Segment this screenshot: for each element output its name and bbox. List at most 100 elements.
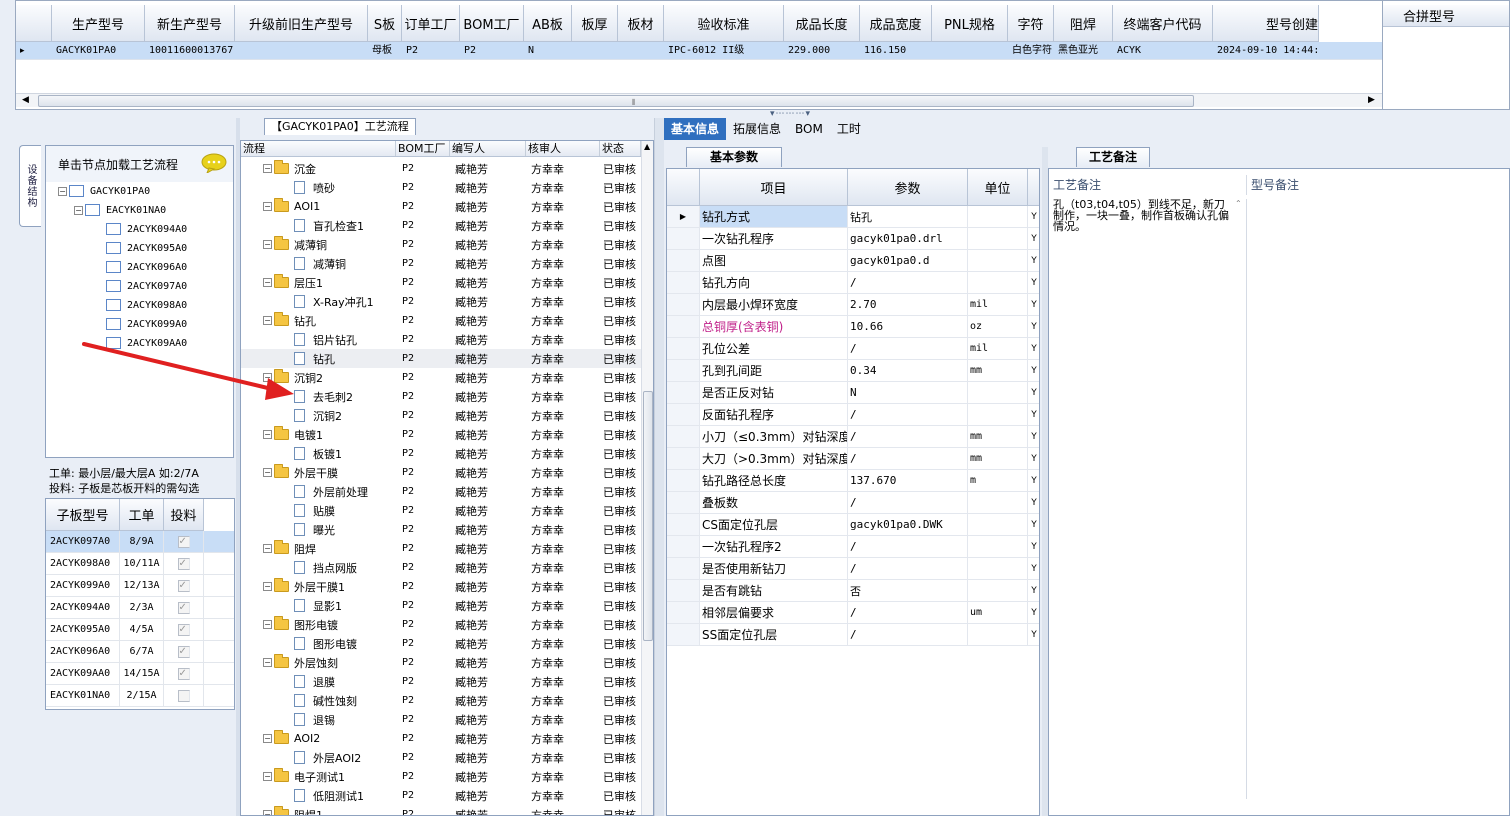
column-header[interactable]: 项目	[700, 169, 848, 206]
sub-board-row[interactable]: 2ACYK099A0 12/13A ✓	[46, 575, 234, 597]
feed-checkbox[interactable]: ✓	[177, 535, 190, 548]
cell[interactable]: P2	[402, 42, 460, 59]
sub-board-row[interactable]: 2ACYK095A0 4/5A ✓	[46, 619, 234, 641]
parameter-value[interactable]: 0.34	[848, 360, 968, 381]
parameter-row[interactable]: 相邻层偏要求 / um Y	[667, 602, 1039, 624]
column-header[interactable]: 编写人	[450, 141, 526, 156]
column-header[interactable]: S板	[368, 5, 402, 42]
scroll-up-arrow-icon[interactable]: ⌃	[1235, 199, 1242, 208]
flow-step-row[interactable]: − AOI2 P2 臧艳芳 方幸幸 已审核	[241, 729, 641, 748]
column-header[interactable]: 板材	[618, 5, 664, 42]
parameter-value[interactable]: 否	[848, 580, 968, 601]
parameter-row[interactable]: 反面钻孔程序 / Y	[667, 404, 1039, 426]
cell[interactable]: 10011600013767	[145, 42, 235, 59]
flow-step-row[interactable]: − 图形电镀 P2 臧艳芳 方幸幸 已审核	[241, 615, 641, 634]
feed-checkbox[interactable]: ✓	[177, 645, 190, 658]
cell[interactable]	[235, 42, 368, 59]
parameter-value[interactable]: /	[848, 602, 968, 623]
collapse-icon[interactable]: −	[263, 658, 272, 667]
parameter-value[interactable]: /	[848, 558, 968, 579]
tab-basic-params[interactable]: 基本参数	[686, 147, 782, 167]
feed-checkbox[interactable]: ✓	[177, 579, 190, 592]
column-header[interactable]: 板厚	[572, 5, 618, 42]
tree-node[interactable]: 2ACYK098A0	[106, 299, 187, 311]
collapse-icon[interactable]: −	[263, 468, 272, 477]
cell[interactable]: P2	[460, 42, 524, 59]
flow-step-row[interactable]: 退锡 P2 臧艳芳 方幸幸 已审核	[241, 710, 641, 729]
flow-step-row[interactable]: 低阻测试1 P2 臧艳芳 方幸幸 已审核	[241, 786, 641, 805]
production-model-grid[interactable]: 生产型号 新生产型号 升级前旧生产型号 S板 订单工厂 BOM工厂 AB板 板厚 板材 验收标准成…	[15, 0, 1510, 110]
tree-node[interactable]: − EACYK01NA0	[74, 204, 166, 216]
collapse-icon[interactable]: −	[263, 772, 272, 781]
tab-process-remark[interactable]: 工艺备注	[1076, 147, 1150, 167]
tree-node[interactable]: 2ACYK099A0	[106, 318, 187, 330]
feed-checkbox[interactable]	[177, 689, 190, 702]
collapse-icon[interactable]: −	[263, 316, 272, 325]
flow-step-row[interactable]: − 沉铜2 P2 臧艳芳 方幸幸 已审核	[241, 368, 641, 387]
flow-step-row[interactable]: 外层前处理 P2 臧艳芳 方幸幸 已审核	[241, 482, 641, 501]
parameter-value[interactable]: /	[848, 624, 968, 645]
tree-node[interactable]: 2ACYK09AA0	[106, 337, 187, 349]
column-header[interactable]: 子板型号	[46, 499, 120, 531]
parameter-value[interactable]: gacyk01pa0.DWK	[848, 514, 968, 535]
parameter-value[interactable]: 钻孔	[848, 206, 968, 227]
sub-board-row[interactable]: 2ACYK096A0 6/7A ✓	[46, 641, 234, 663]
detail-tab[interactable]: 拓展信息	[726, 118, 788, 140]
feed-checkbox[interactable]: ✓	[177, 557, 190, 570]
flow-step-row[interactable]: − 钻孔 P2 臧艳芳 方幸幸 已审核	[241, 311, 641, 330]
cell[interactable]: 116.150	[860, 42, 932, 59]
column-header[interactable]: 订单工厂	[402, 5, 460, 42]
column-header[interactable]: BOM工厂	[460, 5, 524, 42]
column-header[interactable]: 升级前旧生产型号	[235, 5, 368, 42]
parameter-value[interactable]: /	[848, 272, 968, 293]
parameter-grid[interactable]: 项目 参数 单位 ▶ 钻孔方式 钻孔 Y 一次钻孔程序 gacyk01pa0.drl Y 点图 ga…	[666, 168, 1040, 816]
parameter-row[interactable]: 总铜厚(含表铜) 10.66 oz Y	[667, 316, 1039, 338]
flow-step-row[interactable]: 图形电镀 P2 臧艳芳 方幸幸 已审核	[241, 634, 641, 653]
feed-checkbox[interactable]: ✓	[177, 667, 190, 680]
scroll-right-arrow-icon[interactable]: ▶	[1368, 94, 1375, 107]
parameter-value[interactable]: gacyk01pa0.drl	[848, 228, 968, 249]
column-header[interactable]: 生产型号	[52, 5, 145, 42]
flow-step-row[interactable]: − 电子测试1 P2 臧艳芳 方幸幸 已审核	[241, 767, 641, 786]
column-header[interactable]: 终端客户代码	[1113, 5, 1213, 42]
parameter-value[interactable]: /	[848, 426, 968, 447]
parameter-row[interactable]: 是否使用新钻刀 / Y	[667, 558, 1039, 580]
parameter-row[interactable]: 点图 gacyk01pa0.d Y	[667, 250, 1039, 272]
column-header[interactable]: 核审人	[526, 141, 600, 156]
tree-node[interactable]: 2ACYK095A0	[106, 242, 187, 254]
horizontal-scrollbar[interactable]: ◀ ⦀ ▶	[16, 93, 1382, 107]
cell[interactable]	[618, 42, 664, 59]
collapse-icon[interactable]: −	[263, 240, 272, 249]
horizontal-scroll-thumb[interactable]: ⦀	[38, 95, 1194, 107]
column-header[interactable]: BOM工厂	[396, 141, 450, 156]
cell[interactable]: IPC-6012 II级	[664, 42, 784, 59]
device-structure-side-tab[interactable]: 设备结构	[19, 145, 41, 227]
column-header[interactable]: 字符	[1008, 5, 1054, 42]
flow-step-row[interactable]: 沉铜2 P2 臧艳芳 方幸幸 已审核	[241, 406, 641, 425]
column-header[interactable]: 投料	[164, 499, 204, 531]
parameter-value[interactable]: 10.66	[848, 316, 968, 337]
process-remark-text[interactable]: 孔（t03,t04,t05）到线不足，新刀制作，一块一叠，制作首板确认孔偏情况。	[1051, 199, 1247, 799]
detail-tab[interactable]: 工时	[830, 118, 868, 140]
parameter-row[interactable]: 小刀（≤0.3mm）对钻深度 / mm Y	[667, 426, 1039, 448]
cell[interactable]: 229.000	[784, 42, 860, 59]
parameter-row[interactable]: ▶ 钻孔方式 钻孔 Y	[667, 206, 1039, 228]
flow-step-row[interactable]: 挡点网版 P2 臧艳芳 方幸幸 已审核	[241, 558, 641, 577]
tree-node[interactable]: − GACYK01PA0	[58, 185, 150, 197]
flow-step-row[interactable]: − 外层干膜1 P2 臧艳芳 方幸幸 已审核	[241, 577, 641, 596]
parameter-value[interactable]: /	[848, 492, 968, 513]
top-grid-selected-row[interactable]: ▸ GACYK01PA0 10011600013767 母板 P2 P2 N IPC-6012…	[16, 42, 1382, 60]
flow-step-row[interactable]: 碱性蚀刻 P2 臧艳芳 方幸幸 已审核	[241, 691, 641, 710]
flow-step-row[interactable]: − AOI1 P2 臧艳芳 方幸幸 已审核	[241, 197, 641, 216]
column-header[interactable]: 参数	[848, 169, 968, 206]
tree-node[interactable]: 2ACYK096A0	[106, 261, 187, 273]
detail-tab[interactable]: 基本信息	[664, 118, 727, 140]
flow-step-row[interactable]: − 层压1 P2 臧艳芳 方幸幸 已审核	[241, 273, 641, 292]
column-header[interactable]: 阻焊	[1054, 5, 1113, 42]
flow-step-row[interactable]: − 外层蚀刻 P2 臧艳芳 方幸幸 已审核	[241, 653, 641, 672]
flow-step-row[interactable]: 钻孔 P2 臧艳芳 方幸幸 已审核	[241, 349, 641, 368]
column-header[interactable]: 工单	[120, 499, 164, 531]
parameter-row[interactable]: 是否有跳钻否 Y	[667, 580, 1039, 602]
flow-step-row[interactable]: 退膜 P2 臧艳芳 方幸幸 已审核	[241, 672, 641, 691]
sub-board-grid[interactable]: 子板型号 工单 投料 2ACYK097A0 8/9A ✓ 2ACYK098A0 10/11A…	[45, 498, 235, 710]
